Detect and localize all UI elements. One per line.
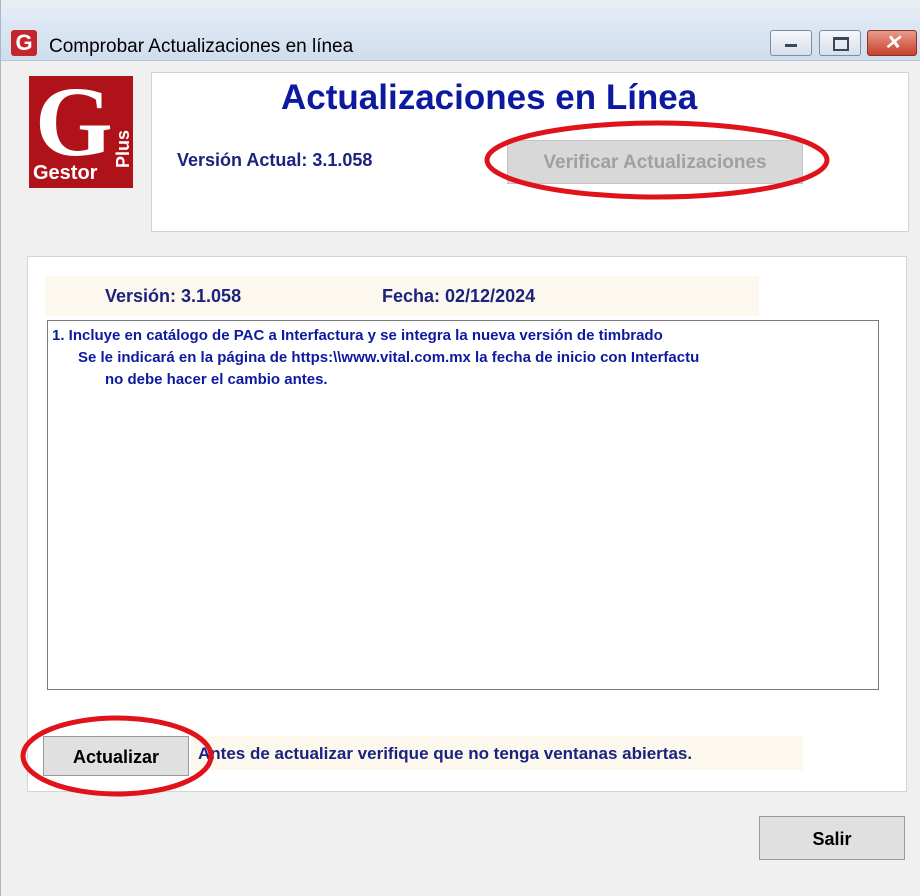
release-date-label: Fecha: 02/12/2024 [382,286,536,306]
minimize-icon [785,44,797,47]
close-button[interactable]: ✕ [867,30,917,56]
maximize-icon [833,37,849,51]
maximize-button[interactable] [819,30,861,56]
release-notes-textarea[interactable]: 1. Incluye en catálogo de PAC a Interfac… [47,320,879,690]
current-version-label: Versión Actual: 3.1.058 [177,150,373,170]
app-icon: G [11,30,37,56]
release-note-line: Se le indicará en la página de https:\\w… [78,349,700,366]
warning-message: Antes de actualizar verifique que no ten… [198,744,693,763]
release-version-label: Versión: 3.1.058 [105,286,242,306]
gestor-plus-logo: G Gestor Plus [29,76,133,188]
update-window: G Comprobar Actualizaciones en línea ✕ G… [0,0,920,896]
close-icon: ✕ [884,32,901,54]
minimize-button[interactable] [770,30,812,56]
page-title: Actualizaciones en Línea [281,78,698,117]
exit-button[interactable]: Salir [759,816,905,860]
release-note-line: 1. Incluye en catálogo de PAC a Interfac… [52,327,663,344]
release-note-line: no debe hacer el cambio antes. [105,371,328,388]
verify-updates-button[interactable]: Verificar Actualizaciones [507,140,803,184]
window-title: Comprobar Actualizaciones en línea [49,36,354,57]
update-button[interactable]: Actualizar [43,736,189,776]
screen-top-edge [1,0,920,8]
title-bar[interactable]: G Comprobar Actualizaciones en línea ✕ [1,8,920,61]
